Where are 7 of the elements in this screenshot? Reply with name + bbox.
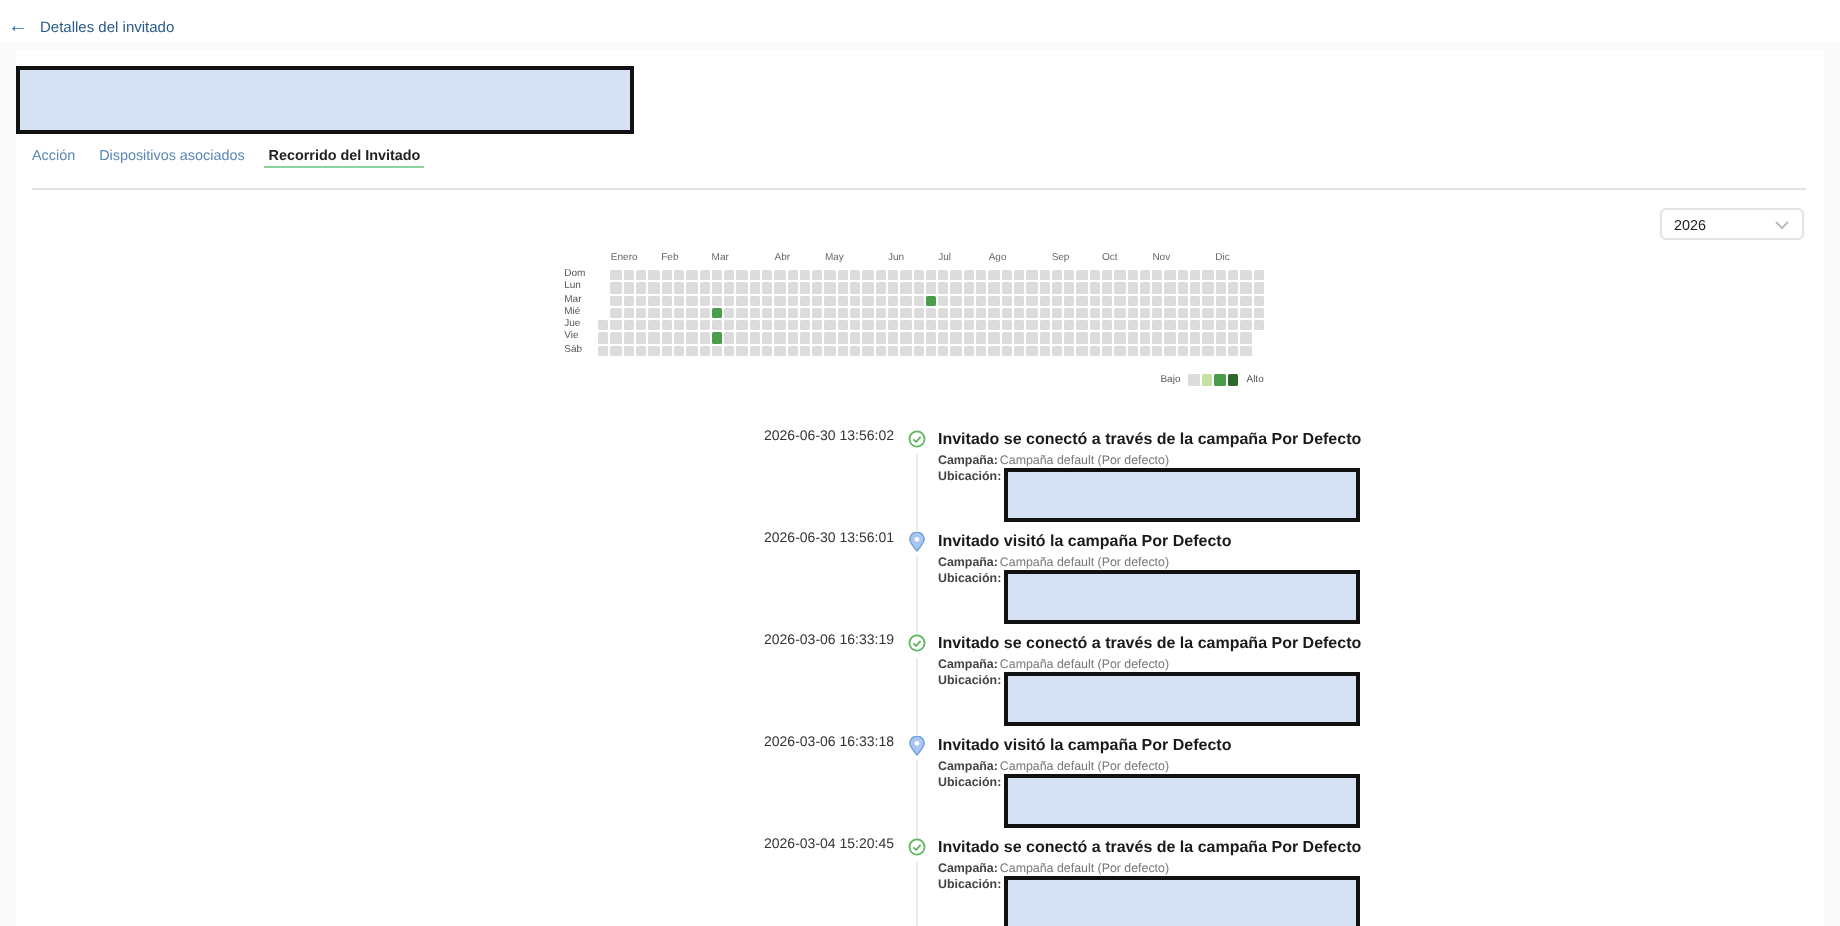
event-title: Invitado visitó la campaña Por Defecto bbox=[938, 532, 1234, 551]
chevron-down-icon bbox=[1774, 219, 1790, 229]
event-title: Invitado se conectó a través de la campaña Por Defecto bbox=[938, 838, 1362, 857]
back-link[interactable]: ← bbox=[8, 16, 28, 38]
event-title: Invitado se conectó a través de la campaña Por Defecto bbox=[938, 634, 1362, 653]
event-title: Invitado visitó la campaña Por Defecto bbox=[938, 736, 1234, 755]
event-title: Invitado se conectó a través de la campaña Por Defecto bbox=[938, 430, 1362, 449]
